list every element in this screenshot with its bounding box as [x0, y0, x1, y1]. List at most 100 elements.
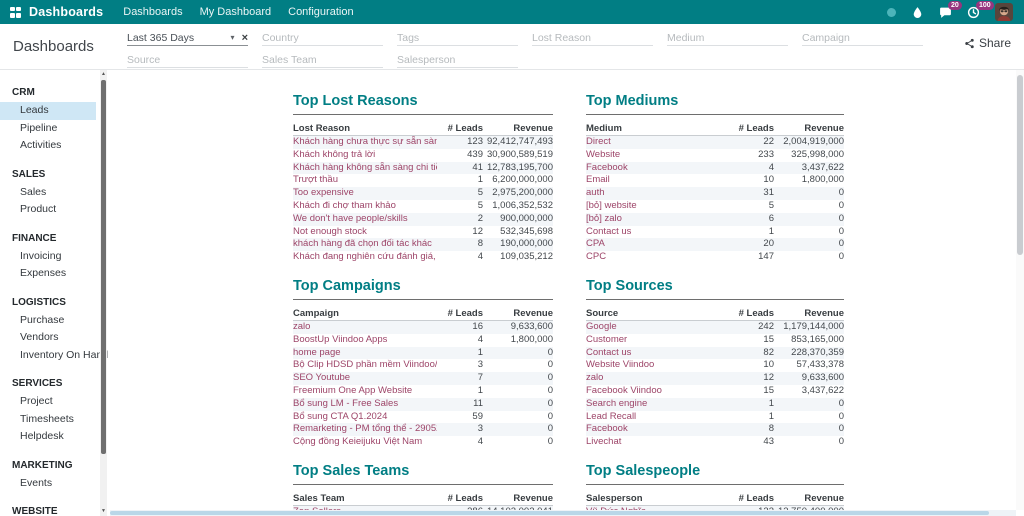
row-link[interactable]: [bỏ] zalo	[586, 213, 728, 226]
row-link[interactable]: Bộ Clip HDSD phần mềm Viindoo/ERPOnline …	[293, 359, 437, 372]
row-link[interactable]: Customer	[586, 334, 728, 347]
filter-input-sales-team[interactable]	[262, 53, 383, 66]
sidebar-item-events[interactable]: Events	[0, 475, 96, 493]
row-link[interactable]: Facebook Viindoo	[586, 385, 728, 398]
sidebar-item-product[interactable]: Product	[0, 201, 96, 219]
table-row: Khách đi chợ tham khảo 5 1,006,352,532	[293, 200, 553, 213]
sidebar-item-helpdesk[interactable]: Helpdesk	[0, 428, 96, 446]
sidebar-item-vendors[interactable]: Vendors	[0, 329, 96, 347]
row-link[interactable]: Website Viindoo	[586, 359, 728, 372]
row-link[interactable]: [bỏ] website	[586, 200, 728, 213]
row-link[interactable]: Livechat	[586, 436, 728, 449]
chevron-down-icon[interactable]: ▾	[231, 33, 235, 42]
sidebar-item-activities[interactable]: Activities	[0, 137, 96, 155]
row-link[interactable]: Contact us	[586, 226, 728, 239]
row-link[interactable]: Khách đi chợ tham khảo	[293, 200, 437, 213]
row-link[interactable]: Khách không trả lời	[293, 149, 437, 162]
row-link[interactable]: Bổ sung CTA Q1.2024	[293, 411, 437, 424]
row-link[interactable]: zalo	[293, 321, 437, 334]
menu-item-my-dashboard[interactable]: My Dashboard	[200, 6, 272, 18]
row-link[interactable]: Remarketing - PM tổng thể - 29052024	[293, 423, 437, 436]
apps-menu-icon[interactable]	[10, 6, 21, 18]
row-link[interactable]: Facebook	[586, 162, 728, 175]
filter-input-campaign[interactable]	[802, 31, 923, 44]
row-link[interactable]: SEO Youtube	[293, 372, 437, 385]
scroll-down-icon[interactable]: ▼	[100, 507, 107, 516]
row-link[interactable]: Khách hàng không sẵn sàng chi tiền	[293, 162, 437, 175]
column-header-leads: # Leads	[738, 492, 774, 504]
row-link[interactable]: Contact us	[586, 347, 728, 360]
row-link[interactable]: Google	[586, 321, 728, 334]
row-link[interactable]: auth	[586, 187, 728, 200]
droplet-icon[interactable]	[911, 6, 924, 19]
leads-value: 1	[768, 397, 774, 409]
row-link[interactable]: Bổ sung LM - Free Sales	[293, 398, 437, 411]
row-link[interactable]: Direct	[586, 136, 728, 149]
scroll-up-icon[interactable]: ▲	[100, 70, 107, 79]
sidebar-item-inventory-on-hand[interactable]: Inventory On Hand	[0, 347, 108, 365]
clear-filter-icon[interactable]: ×	[242, 32, 248, 43]
row-link[interactable]: Lead Recall	[586, 411, 728, 424]
share-button[interactable]: Share	[964, 36, 1011, 50]
vertical-scrollbar[interactable]	[1016, 70, 1024, 510]
row-link[interactable]: Website	[586, 149, 728, 162]
row-link[interactable]: CPA	[586, 238, 728, 251]
menu-item-configuration[interactable]: Configuration	[288, 6, 353, 18]
filter-input-medium[interactable]	[667, 31, 788, 44]
sidebar-item-invoicing[interactable]: Invoicing	[0, 248, 96, 266]
sidebar-scrollbar[interactable]: ▲ ▼	[100, 70, 107, 516]
filter-input-salesperson[interactable]	[397, 53, 518, 66]
row-link[interactable]: We don't have people/skills	[293, 213, 437, 226]
revenue-value: 2,975,200,000	[492, 187, 553, 199]
row-link[interactable]: Khách hàng chưa thực sự sẵn sàng	[293, 136, 437, 149]
column-header-label: Lost Reason	[293, 123, 351, 134]
leads-value: 31	[763, 187, 774, 199]
sidebar-item-timesheets[interactable]: Timesheets	[0, 411, 96, 429]
menu-item-dashboards[interactable]: Dashboards	[123, 6, 182, 18]
leads-value: 12	[472, 225, 483, 237]
row-link[interactable]: Khách đang nghiên cứu đánh giá, chưa có …	[293, 251, 437, 264]
row-link[interactable]: zalo	[586, 372, 728, 385]
sidebar-item-sales[interactable]: Sales	[0, 184, 96, 202]
vertical-scrollbar-thumb[interactable]	[1017, 75, 1023, 255]
row-link[interactable]: BoostUp Viindoo Apps	[293, 334, 437, 347]
user-avatar[interactable]	[995, 3, 1013, 21]
table-row: home page 1 0	[293, 346, 553, 360]
sidebar-scrollbar-thumb[interactable]	[101, 80, 106, 454]
row-link[interactable]: Trượt thầu	[293, 174, 437, 187]
filter-input-country[interactable]	[262, 31, 383, 44]
sidebar-item-project[interactable]: Project	[0, 393, 96, 411]
filter-input-tags[interactable]	[397, 31, 518, 44]
row-link[interactable]: Facebook	[586, 423, 728, 436]
sidebar-item-pipeline[interactable]: Pipeline	[0, 120, 96, 138]
row-link[interactable]: Too expensive	[293, 187, 437, 200]
revenue-value: 3,437,622	[801, 161, 844, 173]
column-header-leads: # Leads	[447, 123, 483, 134]
leads-value: 11	[473, 397, 483, 409]
sidebar-item-expenses[interactable]: Expenses	[0, 265, 96, 283]
row-link[interactable]: home page	[293, 347, 437, 360]
row-link[interactable]: khách hàng đã chọn đối tác khác	[293, 238, 437, 251]
row-link[interactable]: Not enough stock	[293, 226, 437, 239]
sidebar-item-purchase[interactable]: Purchase	[0, 312, 96, 330]
column-header-leads: # Leads	[447, 492, 483, 504]
activities-clock-icon[interactable]: 100	[967, 0, 994, 19]
horizontal-scrollbar[interactable]	[110, 510, 1016, 516]
sidebar-item-leads[interactable]: Leads	[0, 102, 96, 120]
dashboard-column-right: Top Mediums Medium # Leads Revenue Direct 22 2…	[586, 93, 844, 510]
date-range-filter[interactable]: Last 365 Days ▾ ×	[127, 30, 248, 46]
row-link[interactable]: Freemium One App Website	[293, 385, 437, 398]
leads-value: 10	[763, 174, 774, 186]
row-link[interactable]: CPC	[586, 251, 728, 264]
row-link[interactable]: Cộng đồng Keieijuku Việt Nam	[293, 436, 437, 449]
leads-value: 12	[763, 372, 774, 384]
app-name[interactable]: Dashboards	[29, 5, 103, 19]
filter-input-source[interactable]	[127, 53, 248, 66]
row-link[interactable]: Email	[586, 174, 728, 187]
row-link[interactable]: Search engine	[586, 398, 728, 411]
messages-icon[interactable]: 20	[939, 0, 962, 19]
horizontal-scrollbar-thumb[interactable]	[110, 511, 989, 515]
messages-badge: 20	[948, 0, 962, 10]
filter-input-lost-reason[interactable]	[532, 31, 653, 44]
table-row: Contact us 1 0	[586, 226, 844, 239]
